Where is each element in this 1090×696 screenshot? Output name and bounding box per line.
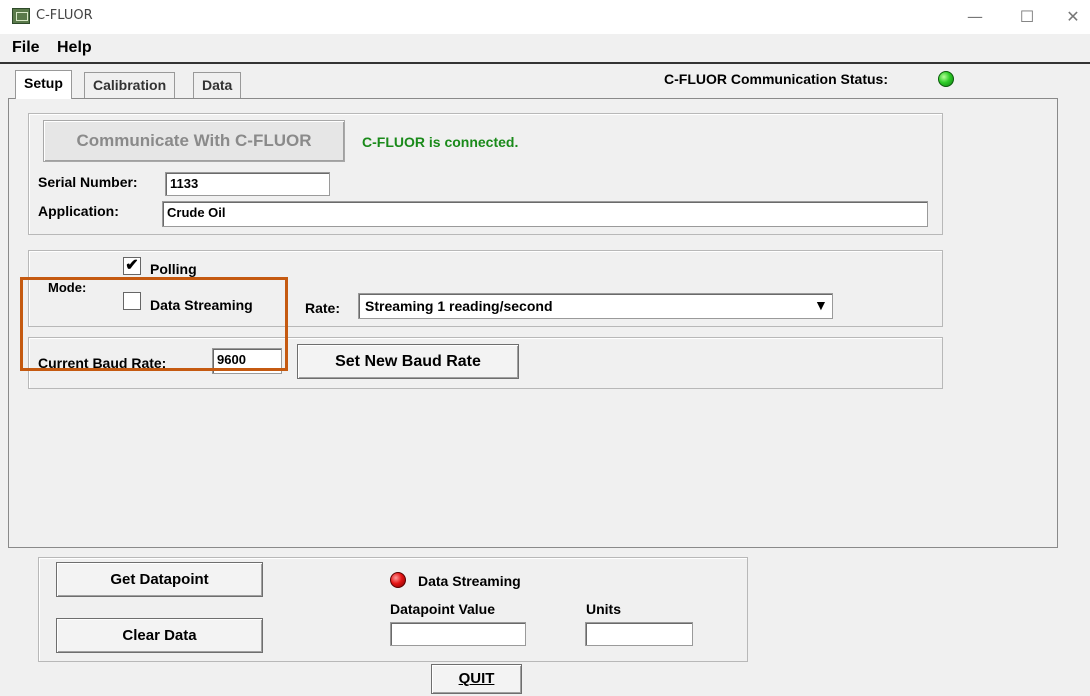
quit-button[interactable]: QUIT [431,664,522,694]
datapoint-value-field[interactable] [390,622,526,646]
chevron-down-icon[interactable]: ▼ [814,297,828,313]
units-label: Units [586,601,621,617]
highlight-annotation-box [20,277,288,371]
close-button[interactable]: ✕ [1058,4,1088,30]
minimize-button[interactable]: — [960,4,990,30]
tab-calibration[interactable]: Calibration [84,72,176,98]
rate-selected-value: Streaming 1 reading/second [365,298,553,314]
application-field[interactable]: Crude Oil [162,201,928,227]
tab-setup[interactable]: Setup [15,70,72,99]
communicate-button[interactable]: Communicate With C-FLUOR [43,120,345,162]
set-new-baud-rate-button[interactable]: Set New Baud Rate [297,344,519,379]
maximize-button[interactable]: ☐ [1012,4,1042,30]
rate-dropdown[interactable]: Streaming 1 reading/second ▼ [358,293,833,319]
menu-file[interactable]: File [12,39,40,57]
datapoint-value-label: Datapoint Value [390,601,496,617]
comm-status-label: C-FLUOR Communication Status: [664,71,888,87]
data-streaming-led-icon [390,572,406,588]
tab-data[interactable]: Data [193,72,242,98]
connection-status-text: C-FLUOR is connected. [362,134,519,150]
units-field[interactable] [585,622,693,646]
data-streaming-indicator-label: Data Streaming [418,573,521,589]
get-datapoint-button[interactable]: Get Datapoint [56,562,263,597]
title-bar: C-FLUOR — ☐ ✕ [0,0,1090,34]
rate-label: Rate: [305,300,341,316]
app-icon [12,8,30,24]
polling-checkbox[interactable]: ✔ [123,257,141,275]
comm-status-led-icon [938,71,954,87]
serial-number-label: Serial Number: [38,174,138,190]
menu-bar: File Help [0,34,1090,64]
menu-help[interactable]: Help [57,39,92,57]
serial-number-field[interactable]: 1133 [165,172,330,196]
application-label: Application: [38,203,119,219]
window-title: C-FLUOR [36,8,93,23]
clear-data-button[interactable]: Clear Data [56,618,263,653]
polling-label: Polling [150,261,197,277]
